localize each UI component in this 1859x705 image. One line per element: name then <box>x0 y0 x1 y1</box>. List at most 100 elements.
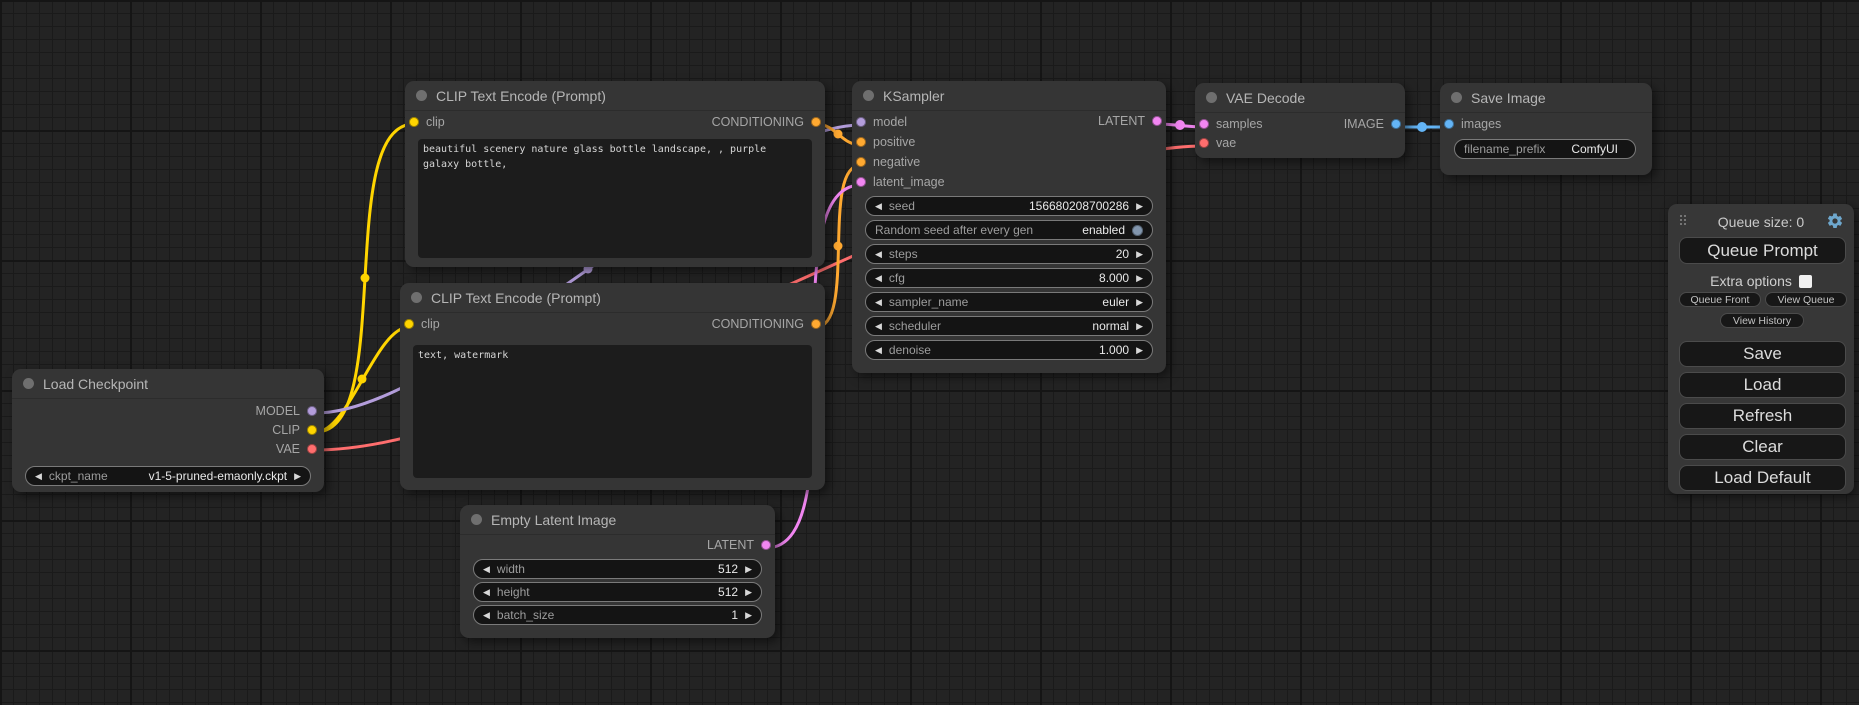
input-slot-latent-image[interactable]: latent_image <box>856 175 945 189</box>
extra-options-checkbox[interactable] <box>1799 275 1812 288</box>
increment-arrow-icon[interactable]: ▶ <box>1136 346 1143 355</box>
output-slot-model[interactable]: MODEL <box>256 404 317 418</box>
input-slot-vae[interactable]: vae <box>1199 136 1236 150</box>
clear-button[interactable]: Clear <box>1679 434 1846 460</box>
input-slot-clip[interactable]: clip <box>404 317 440 331</box>
decrement-arrow-icon[interactable]: ◀ <box>875 202 882 211</box>
decrement-arrow-icon[interactable]: ◀ <box>35 472 42 481</box>
input-slot-clip[interactable]: clip <box>409 115 445 129</box>
node-save-image[interactable]: Save Image images filename_prefix ComfyU… <box>1440 83 1652 175</box>
node-load-checkpoint[interactable]: Load Checkpoint MODEL CLIP VAE ◀ ckpt_na… <box>12 369 324 492</box>
clip-input-dot[interactable] <box>404 319 414 329</box>
queue-prompt-button[interactable]: Queue Prompt <box>1679 237 1846 264</box>
increment-arrow-icon[interactable]: ▶ <box>1136 250 1143 259</box>
node-clip-text-encode-positive[interactable]: CLIP Text Encode (Prompt) clip CONDITION… <box>405 81 825 267</box>
toggle-dot-icon[interactable] <box>1132 225 1143 236</box>
decrement-arrow-icon[interactable]: ◀ <box>875 322 882 331</box>
prompt-textarea[interactable]: beautiful scenery nature glass bottle la… <box>418 139 812 258</box>
width-widget[interactable]: ◀ width 512 ▶ <box>473 559 762 579</box>
prompt-textarea[interactable]: text, watermark <box>413 345 812 478</box>
load-default-button[interactable]: Load Default <box>1679 465 1846 491</box>
input-slot-samples[interactable]: samples <box>1199 117 1263 131</box>
collapse-dot-icon[interactable] <box>471 514 482 525</box>
output-slot-latent[interactable]: LATENT <box>1098 114 1162 128</box>
increment-arrow-icon[interactable]: ▶ <box>1136 322 1143 331</box>
load-button[interactable]: Load <box>1679 372 1846 398</box>
input-slot-positive[interactable]: positive <box>856 135 915 149</box>
filename-prefix-widget[interactable]: filename_prefix ComfyUI <box>1454 139 1636 159</box>
height-widget[interactable]: ◀ height 512 ▶ <box>473 582 762 602</box>
increment-arrow-icon[interactable]: ▶ <box>1136 274 1143 283</box>
queue-front-button[interactable]: Queue Front <box>1679 292 1761 307</box>
scheduler-widget[interactable]: ◀ scheduler normal ▶ <box>865 316 1153 336</box>
decrement-arrow-icon[interactable]: ◀ <box>483 565 490 574</box>
input-slot-model[interactable]: model <box>856 115 907 129</box>
refresh-button[interactable]: Refresh <box>1679 403 1846 429</box>
decrement-arrow-icon[interactable]: ◀ <box>483 611 490 620</box>
input-slot-negative[interactable]: negative <box>856 155 920 169</box>
output-slot-conditioning[interactable]: CONDITIONING <box>712 115 821 129</box>
output-slot-clip[interactable]: CLIP <box>272 423 317 437</box>
latent-output-dot[interactable] <box>1152 116 1162 126</box>
node-titlebar[interactable]: Save Image <box>1440 83 1652 113</box>
clip-input-dot[interactable] <box>409 117 419 127</box>
node-titlebar[interactable]: CLIP Text Encode (Prompt) <box>400 283 825 313</box>
node-titlebar[interactable]: Load Checkpoint <box>12 369 324 399</box>
save-button[interactable]: Save <box>1679 341 1846 367</box>
collapse-dot-icon[interactable] <box>1206 92 1217 103</box>
input-slot-images[interactable]: images <box>1444 117 1501 131</box>
vae-input-dot[interactable] <box>1199 138 1209 148</box>
increment-arrow-icon[interactable]: ▶ <box>294 472 301 481</box>
steps-widget[interactable]: ◀ steps 20 ▶ <box>865 244 1153 264</box>
sampler-name-widget[interactable]: ◀ sampler_name euler ▶ <box>865 292 1153 312</box>
model-input-dot[interactable] <box>856 117 866 127</box>
conditioning-output-dot[interactable] <box>811 117 821 127</box>
images-input-dot[interactable] <box>1444 119 1454 129</box>
latent-output-dot[interactable] <box>761 540 771 550</box>
denoise-widget[interactable]: ◀ denoise 1.000 ▶ <box>865 340 1153 360</box>
cfg-widget[interactable]: ◀ cfg 8.000 ▶ <box>865 268 1153 288</box>
view-queue-button[interactable]: View Queue <box>1765 292 1847 307</box>
node-clip-text-encode-negative[interactable]: CLIP Text Encode (Prompt) clip CONDITION… <box>400 283 825 490</box>
output-slot-image[interactable]: IMAGE <box>1344 117 1401 131</box>
node-titlebar[interactable]: KSampler <box>852 81 1166 111</box>
collapse-dot-icon[interactable] <box>416 90 427 101</box>
increment-arrow-icon[interactable]: ▶ <box>1136 202 1143 211</box>
node-titlebar[interactable]: CLIP Text Encode (Prompt) <box>405 81 825 111</box>
collapse-dot-icon[interactable] <box>411 292 422 303</box>
increment-arrow-icon[interactable]: ▶ <box>1136 298 1143 307</box>
model-output-dot[interactable] <box>307 406 317 416</box>
decrement-arrow-icon[interactable]: ◀ <box>875 250 882 259</box>
seed-widget[interactable]: ◀ seed 156680208700286 ▶ <box>865 196 1153 216</box>
node-titlebar[interactable]: Empty Latent Image <box>460 505 775 535</box>
collapse-dot-icon[interactable] <box>23 378 34 389</box>
clip-output-dot[interactable] <box>307 425 317 435</box>
increment-arrow-icon[interactable]: ▶ <box>745 611 752 620</box>
negative-input-dot[interactable] <box>856 157 866 167</box>
positive-input-dot[interactable] <box>856 137 866 147</box>
random-seed-toggle-widget[interactable]: Random seed after every gen enabled <box>865 220 1153 240</box>
increment-arrow-icon[interactable]: ▶ <box>745 565 752 574</box>
node-empty-latent-image[interactable]: Empty Latent Image LATENT ◀ width 512 ▶ … <box>460 505 775 638</box>
node-titlebar[interactable]: VAE Decode <box>1195 83 1405 113</box>
ckpt-name-widget[interactable]: ◀ ckpt_name v1-5-pruned-emaonly.ckpt ▶ <box>25 466 311 486</box>
settings-gear-icon[interactable] <box>1826 212 1844 230</box>
collapse-dot-icon[interactable] <box>863 90 874 101</box>
collapse-dot-icon[interactable] <box>1451 92 1462 103</box>
output-slot-vae[interactable]: VAE <box>276 442 317 456</box>
output-slot-latent[interactable]: LATENT <box>707 538 771 552</box>
node-graph-canvas[interactable]: Load Checkpoint MODEL CLIP VAE ◀ ckpt_na… <box>0 0 1859 705</box>
samples-input-dot[interactable] <box>1199 119 1209 129</box>
decrement-arrow-icon[interactable]: ◀ <box>483 588 490 597</box>
output-slot-conditioning[interactable]: CONDITIONING <box>712 317 821 331</box>
node-vae-decode[interactable]: VAE Decode samples IMAGE vae <box>1195 83 1405 158</box>
decrement-arrow-icon[interactable]: ◀ <box>875 274 882 283</box>
decrement-arrow-icon[interactable]: ◀ <box>875 346 882 355</box>
decrement-arrow-icon[interactable]: ◀ <box>875 298 882 307</box>
batch-size-widget[interactable]: ◀ batch_size 1 ▶ <box>473 605 762 625</box>
image-output-dot[interactable] <box>1391 119 1401 129</box>
queue-panel[interactable]: Queue size: 0 Queue Prompt Extra options… <box>1668 204 1854 494</box>
view-history-button[interactable]: View History <box>1720 313 1804 328</box>
conditioning-output-dot[interactable] <box>811 319 821 329</box>
latent-image-input-dot[interactable] <box>856 177 866 187</box>
